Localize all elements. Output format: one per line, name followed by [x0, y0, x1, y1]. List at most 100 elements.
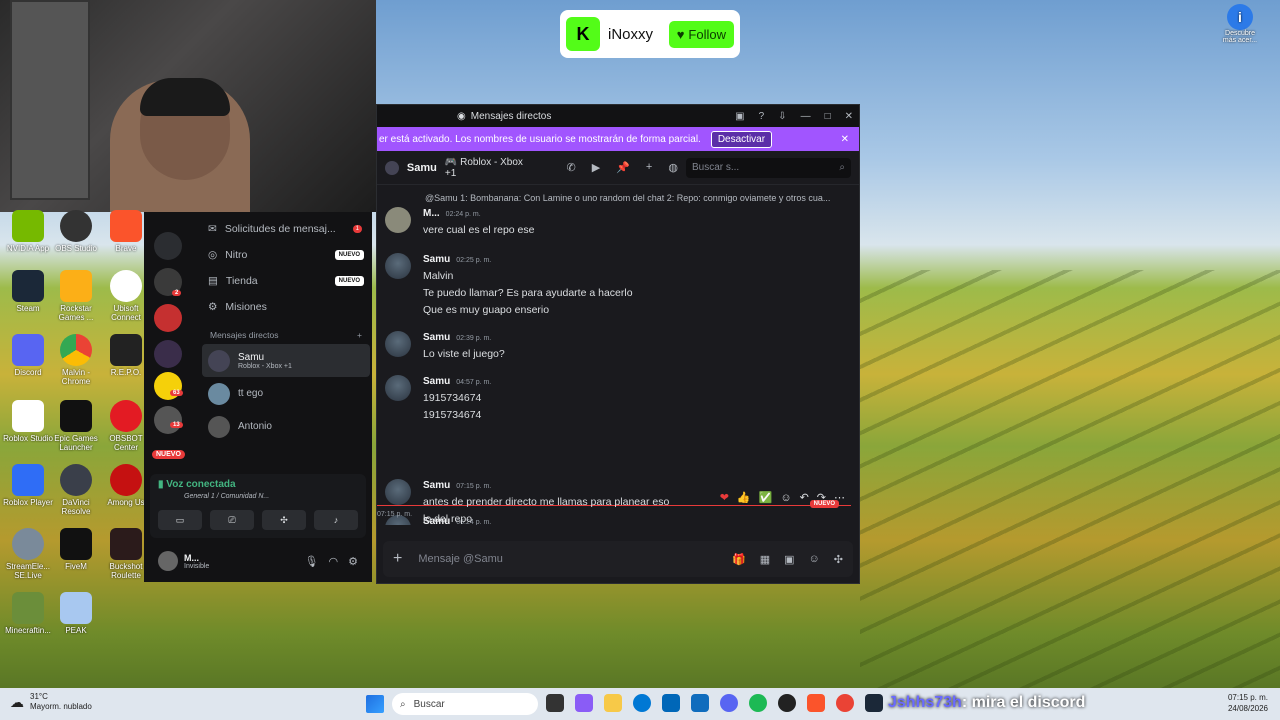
reply-icon[interactable]: ↶ [800, 491, 809, 504]
close-icon[interactable]: ✕ [841, 134, 849, 145]
desktop-icon[interactable]: DaVinci Resolve [48, 464, 104, 516]
spotify-icon[interactable] [749, 694, 767, 712]
voice-title: Voz conectada [166, 479, 236, 490]
chrome-taskbar-icon[interactable] [836, 694, 854, 712]
dm-header: Mensajes directos + [202, 320, 370, 344]
thumbs-up-reaction-icon[interactable]: 👍 [737, 491, 751, 504]
clock-time: 07:15 p. m. [1227, 693, 1268, 702]
desktop-icon[interactable]: Rockstar Games ... [48, 270, 104, 322]
microphone-icon[interactable]: 🎙 [305, 555, 319, 568]
message[interactable]: Samu 02:39 p. m. Lo viste el juego? [385, 331, 851, 363]
message-author[interactable]: Samu [423, 331, 450, 345]
desktop-icon-label: Brave [115, 244, 137, 253]
message-author[interactable]: M... [423, 207, 440, 221]
soundboard-button[interactable]: ♪ [314, 510, 358, 530]
nav-message-requests[interactable]: ✉ Solicitudes de mensaj... 1 [202, 216, 370, 242]
message-composer[interactable]: + Mensaje @Samu 🎁 ▦ ▣ ☺ ✣ [383, 541, 853, 577]
weather-widget[interactable]: ☁ 31°C Mayorm. nublado [10, 692, 92, 712]
gift-icon[interactable]: 🎁 [732, 553, 746, 566]
emoji-icon[interactable]: ☺ [809, 553, 820, 566]
dm-item-samu[interactable]: Samu Roblox - Xbox +1 [202, 344, 370, 377]
desktop-icon[interactable]: OBS Studio [48, 210, 104, 253]
help-icon[interactable]: ? [759, 111, 765, 122]
nav-quests[interactable]: ⚙ Misiones [202, 294, 370, 320]
webcam-door [10, 0, 90, 200]
follow-button[interactable]: ♥ Follow [668, 20, 734, 48]
check-reaction-icon[interactable]: ✅ [759, 491, 773, 504]
edge-icon[interactable] [633, 694, 651, 712]
nav-nitro[interactable]: ◎ Nitro NUEVO [202, 242, 370, 268]
start-button[interactable] [366, 695, 384, 713]
desktop-icon-discover[interactable]: i Descubre más acer... [1220, 4, 1260, 44]
search-input[interactable]: Buscar s... ⌕ [685, 157, 851, 178]
avatar [208, 415, 230, 438]
server-icon[interactable] [154, 406, 182, 434]
avatar [385, 479, 411, 505]
video-icon[interactable]: ▶ [592, 161, 600, 174]
add-friend-icon[interactable]: + [646, 161, 652, 174]
message[interactable]: Samu 02:25 p. m. Malvin Te puedo llamar? Es… [385, 253, 851, 319]
apps-icon[interactable]: ✣ [834, 553, 843, 566]
outlook-icon[interactable] [691, 694, 709, 712]
taskbar-search[interactable]: ⌕ Buscar [392, 693, 538, 715]
more-icon[interactable]: ⋯ [834, 491, 845, 504]
desktop-icon-label: OBS Studio [55, 244, 97, 253]
chat-overlay-text: : mira el discord [961, 694, 1086, 711]
user-panel: M... Invisible 🎙 ◠ ⚙ [150, 544, 366, 578]
reply-preview[interactable]: @Samu 1: Bombanana: Con Lamine o uno ran… [425, 193, 830, 203]
channel-header: Samu 🎮 Roblox - Xbox +1 ✆ ▶ 📌 + ◍ Buscar s..… [377, 151, 859, 185]
info-icon: i [1227, 4, 1253, 30]
add-dm-icon[interactable]: + [357, 330, 362, 340]
desktop-icon-label: Malvin - Chrome [61, 368, 91, 386]
gear-icon[interactable]: ⚙ [348, 555, 358, 568]
message-text: 1915734674 [423, 409, 482, 421]
message-author[interactable]: Samu [423, 375, 450, 389]
message-text: Lo viste el juego? [423, 348, 505, 360]
discord-taskbar-icon[interactable] [720, 694, 738, 712]
phone-icon[interactable]: ✆ [567, 161, 576, 174]
message-text: Que es muy guapo enserio [423, 304, 550, 316]
headphones-icon[interactable]: ◠ [329, 555, 339, 568]
pin-icon[interactable]: 📌 [616, 161, 630, 174]
task-view-icon[interactable] [546, 694, 564, 712]
obs-taskbar-icon[interactable] [778, 694, 796, 712]
clock[interactable]: 07:15 p. m. 24/08/2026 [1228, 692, 1268, 714]
minimize-button[interactable]: — [801, 111, 811, 122]
server-icon[interactable] [154, 340, 182, 368]
store-icon[interactable] [662, 694, 680, 712]
message-time: 02:24 p. m. [445, 211, 481, 218]
copilot-icon[interactable] [575, 694, 593, 712]
close-button[interactable]: ✕ [845, 111, 853, 122]
activities-button[interactable]: ✣ [262, 510, 306, 530]
maximize-button[interactable]: □ [825, 111, 831, 122]
add-reaction-icon[interactable]: ☺ [780, 492, 791, 504]
desktop-icon[interactable]: FiveM [48, 528, 104, 571]
forward-icon[interactable]: ↷ [817, 491, 826, 504]
desktop-icon[interactable]: PEAK [48, 592, 104, 635]
message-author[interactable]: Samu [423, 479, 450, 493]
nav-shop[interactable]: ▤ Tienda NUEVO [202, 268, 370, 294]
deactivate-button[interactable]: Desactivar [710, 130, 773, 148]
message[interactable]: M... 02:24 p. m. vere cual es el repo ese [385, 207, 851, 239]
gif-icon[interactable]: ▦ [760, 553, 770, 566]
desktop-icon[interactable]: Epic Games Launcher [48, 400, 104, 452]
server-icon[interactable] [154, 232, 182, 260]
message[interactable]: Samu 04:57 p. m. 1915734674 1915734674 [385, 375, 851, 424]
dm-item-antonio[interactable]: Antonio [202, 410, 370, 443]
dm-item-tt-ego[interactable]: tt ego [202, 377, 370, 410]
inbox-icon[interactable]: ▣ [735, 111, 744, 122]
plus-icon[interactable]: + [393, 550, 402, 568]
avatar[interactable] [158, 551, 178, 571]
steam-taskbar-icon[interactable] [865, 694, 883, 712]
file-explorer-icon[interactable] [604, 694, 622, 712]
sticker-icon[interactable]: ▣ [784, 553, 794, 566]
screen-share-button[interactable]: ⎚ [210, 510, 254, 530]
brave-taskbar-icon[interactable] [807, 694, 825, 712]
desktop-icon[interactable]: Malvin - Chrome [48, 334, 104, 386]
camera-off-button[interactable]: ▭ [158, 510, 202, 530]
message-author[interactable]: Samu [423, 253, 450, 267]
server-icon[interactable] [154, 304, 182, 332]
download-icon[interactable]: ⇩ [778, 111, 786, 122]
profile-icon[interactable]: ◍ [668, 161, 678, 174]
heart-reaction-icon[interactable]: ❤ [720, 491, 729, 504]
